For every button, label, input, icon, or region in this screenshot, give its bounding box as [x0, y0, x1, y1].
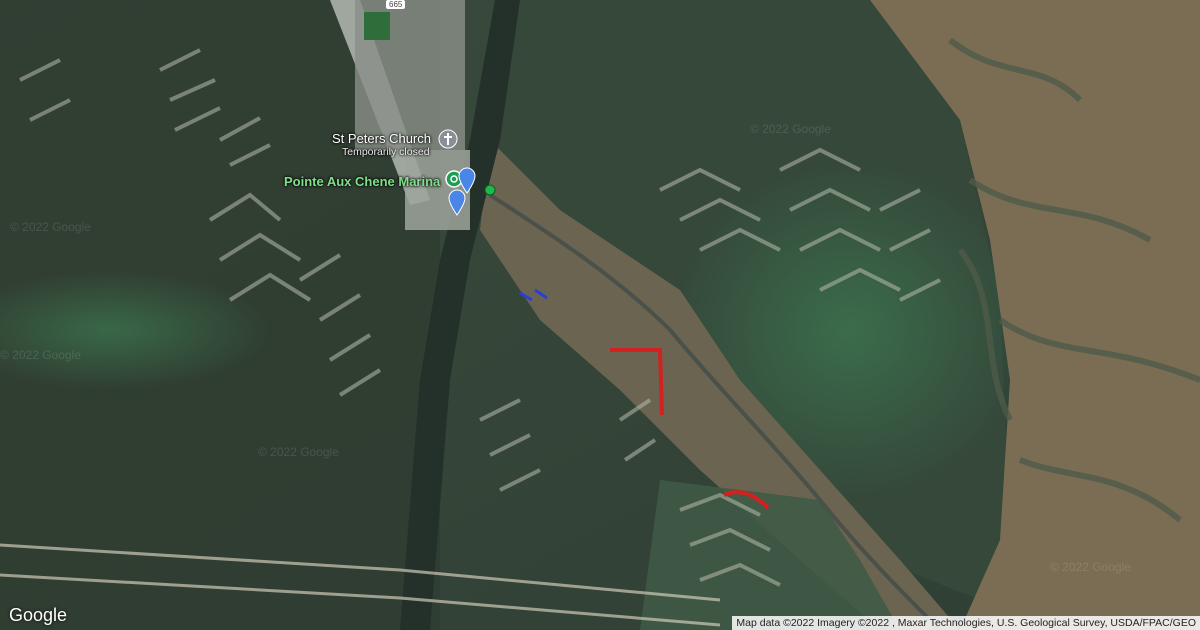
map-watermark: © 2022 Google [1050, 560, 1131, 574]
route-shield: 665 [386, 0, 406, 9]
satellite-map[interactable]: 665 © 2022 Google © 2022 Google © 2022 G… [0, 0, 1200, 630]
google-logo[interactable]: Google [9, 605, 67, 626]
church-icon[interactable] [438, 129, 458, 149]
satellite-imagery [0, 0, 1200, 630]
map-watermark: © 2022 Google [750, 122, 831, 136]
church-status-label: Temporarily closed [342, 146, 430, 158]
map-attribution[interactable]: Map data ©2022 Imagery ©2022 , Maxar Tec… [732, 616, 1200, 630]
map-watermark: © 2022 Google [258, 445, 339, 459]
marina-label[interactable]: Pointe Aux Chene Marina [284, 174, 440, 189]
map-marker-icon[interactable] [447, 188, 467, 216]
green-dot-marker[interactable] [484, 184, 496, 196]
map-watermark: © 2022 Google [0, 348, 81, 362]
pond [364, 12, 390, 40]
church-label[interactable]: St Peters Church [332, 131, 431, 146]
map-watermark: © 2022 Google [10, 220, 91, 234]
